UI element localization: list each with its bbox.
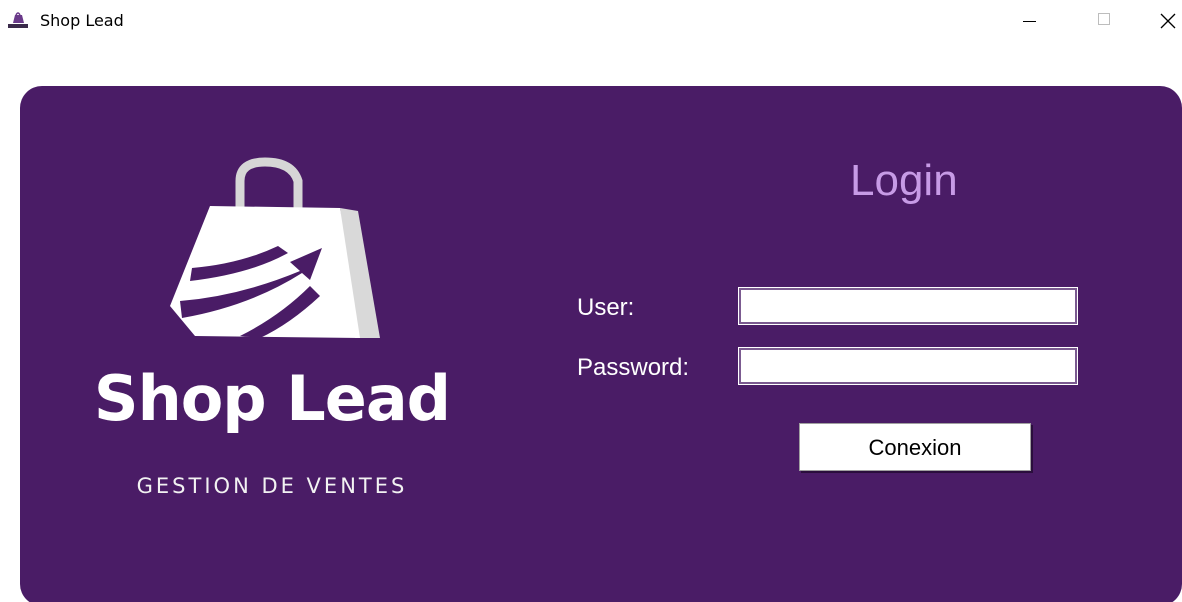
maximize-button[interactable] xyxy=(1082,0,1128,40)
app-window: Shop Lead Shop Lead GESTION DE VENTES Lo… xyxy=(0,0,1182,602)
title-bar[interactable]: Shop Lead xyxy=(0,0,1182,40)
minimize-button[interactable] xyxy=(1006,0,1052,40)
password-label: Password: xyxy=(577,354,690,381)
brand-name: Shop Lead xyxy=(93,362,451,435)
minimize-icon xyxy=(1023,21,1036,22)
user-input[interactable] xyxy=(739,288,1077,324)
user-label: User: xyxy=(577,294,635,321)
login-panel: Shop Lead GESTION DE VENTES Login User: … xyxy=(20,86,1182,602)
shopping-bag-icon xyxy=(8,10,28,28)
login-title: Login xyxy=(850,156,958,205)
password-input[interactable] xyxy=(739,348,1077,384)
conexion-button[interactable]: Conexion xyxy=(799,423,1031,471)
maximize-icon xyxy=(1098,13,1110,25)
window-title: Shop Lead xyxy=(40,11,124,30)
shopping-bag-arrow-icon xyxy=(170,156,380,361)
close-button[interactable] xyxy=(1144,0,1182,40)
brand-subtitle: GESTION DE VENTES xyxy=(136,474,408,498)
